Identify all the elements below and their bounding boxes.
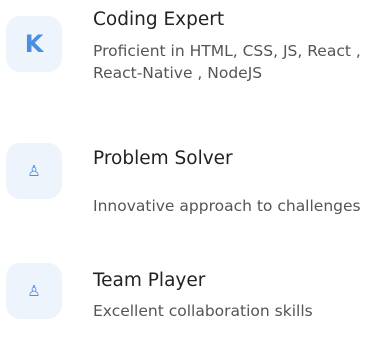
feature-title: Problem Solver bbox=[93, 148, 233, 169]
feature-icon-container: K bbox=[6, 16, 62, 72]
feature-description: Excellent collaboration skills bbox=[93, 302, 313, 320]
feature-title: Coding Expert bbox=[93, 9, 225, 30]
feature-title: Team Player bbox=[93, 270, 206, 291]
feature-description: Innovative approach to challenges bbox=[93, 197, 361, 215]
feature-icon-container: ♙ bbox=[6, 143, 62, 199]
feature-icon-container: ♙ bbox=[6, 263, 62, 319]
chess-pawn-icon: ♙ bbox=[27, 281, 41, 300]
feature-description: Proficient in HTML, CSS, JS, React , Rea… bbox=[93, 42, 361, 82]
chess-pawn-icon: ♙ bbox=[27, 161, 41, 180]
letter-k-icon: K bbox=[24, 30, 44, 58]
